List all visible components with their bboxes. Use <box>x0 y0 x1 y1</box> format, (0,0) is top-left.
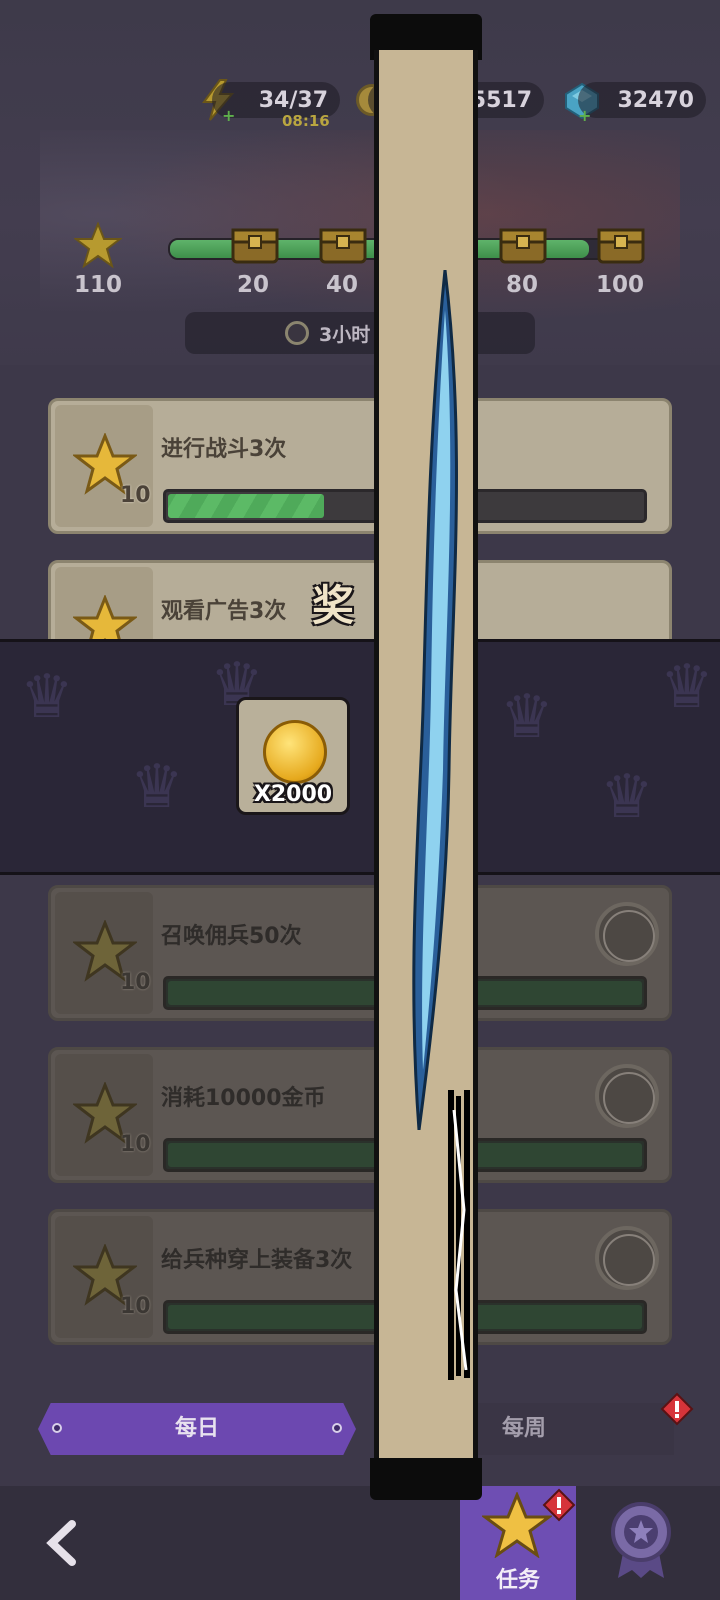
chest-icon[interactable] <box>230 222 280 266</box>
energy-value: 34/37 <box>258 87 328 113</box>
task-reward-amount: 10 <box>120 1294 151 1319</box>
claim-thumbs-up-button[interactable] <box>595 902 659 966</box>
scroll-cap <box>370 1458 482 1500</box>
task-reward-amount: 10 <box>120 483 151 508</box>
task-reward-box: 10 <box>55 405 153 527</box>
tab-dot-icon <box>52 1423 62 1433</box>
scroll-frayed-edge <box>448 1090 470 1380</box>
crown-decoration-icon: ♛ <box>20 662 74 732</box>
task-reward-box: 10 <box>55 1216 153 1338</box>
alert-icon <box>542 1488 576 1522</box>
energy-plus-icon[interactable]: + <box>222 106 235 125</box>
crown-coin-icon <box>263 720 327 784</box>
achievement-medal-icon[interactable] <box>604 1498 678 1580</box>
reward-popup-title: 奖 <box>312 581 355 630</box>
crown-decoration-icon: ♛ <box>130 752 184 822</box>
tab-daily-label: 每日 <box>174 1416 219 1441</box>
milestone-label: 40 <box>325 272 358 298</box>
crown-decoration-icon: ♛ <box>500 682 554 752</box>
task-card: 10 给兵种穿上装备3次 <box>48 1209 672 1345</box>
task-title: 消耗10000金币 <box>161 1086 326 1111</box>
tab-weekly-label: 每周 <box>501 1416 546 1441</box>
chest-icon[interactable] <box>596 222 646 266</box>
chest-icon[interactable] <box>318 222 368 266</box>
task-title: 进行战斗3次 <box>161 437 287 462</box>
gem-value: 32470 <box>617 87 694 113</box>
task-reward-box: 10 <box>55 892 153 1014</box>
star-icon <box>74 222 122 268</box>
milestone-label: 100 <box>595 272 644 298</box>
tab-daily[interactable]: 每日 <box>38 1403 356 1455</box>
clock-icon <box>285 321 309 345</box>
task-progress-fill <box>168 494 325 518</box>
claim-thumbs-up-button[interactable] <box>595 1064 659 1128</box>
task-title: 召唤佣兵50次 <box>161 924 302 949</box>
milestone-label: 80 <box>505 272 538 298</box>
energy-timer: 08:16 <box>282 112 330 130</box>
reward-popup-banner[interactable]: ♛ ♛ ♛ ♛ ♛ ♛ <box>0 639 720 875</box>
nav-task-label: 任务 <box>495 1568 540 1593</box>
reset-timer: 3小时 <box>185 312 535 354</box>
crown-decoration-icon: ♛ <box>600 762 654 832</box>
reset-timer-text: 3小时 <box>319 323 371 346</box>
gem-plus-icon[interactable]: + <box>578 106 591 125</box>
reward-count: X2000 <box>253 782 333 807</box>
milestone-label: 20 <box>236 272 269 298</box>
task-card: 10 消耗10000金币 100 <box>48 1047 672 1183</box>
claim-thumbs-up-button[interactable] <box>595 1226 659 1290</box>
top-hud <box>0 0 720 365</box>
back-arrow-icon[interactable] <box>42 1518 82 1568</box>
crown-decoration-icon: ♛ <box>660 652 714 722</box>
screen-root: 34/37 + 08:16 5517 32470 + 110 20 40 80 … <box>0 0 720 1600</box>
task-reward-amount: 10 <box>120 1132 151 1157</box>
task-title: 给兵种穿上装备3次 <box>161 1248 353 1273</box>
chest-icon[interactable] <box>498 222 548 266</box>
tab-dot-icon <box>332 1423 342 1433</box>
task-card: 10 进行战斗3次 <box>48 398 672 534</box>
task-reward-amount: 10 <box>120 970 151 995</box>
blue-slash-effect <box>412 270 458 1130</box>
task-title: 观看广告3次 <box>161 599 287 624</box>
reward-item-card: X2000 <box>236 697 350 815</box>
alert-icon <box>660 1392 694 1426</box>
gem-counter[interactable]: 32470 <box>578 82 706 118</box>
task-reward-box: 10 <box>55 1054 153 1176</box>
star-total: 110 <box>73 272 122 298</box>
task-card: 10 召唤佣兵50次 <box>48 885 672 1021</box>
